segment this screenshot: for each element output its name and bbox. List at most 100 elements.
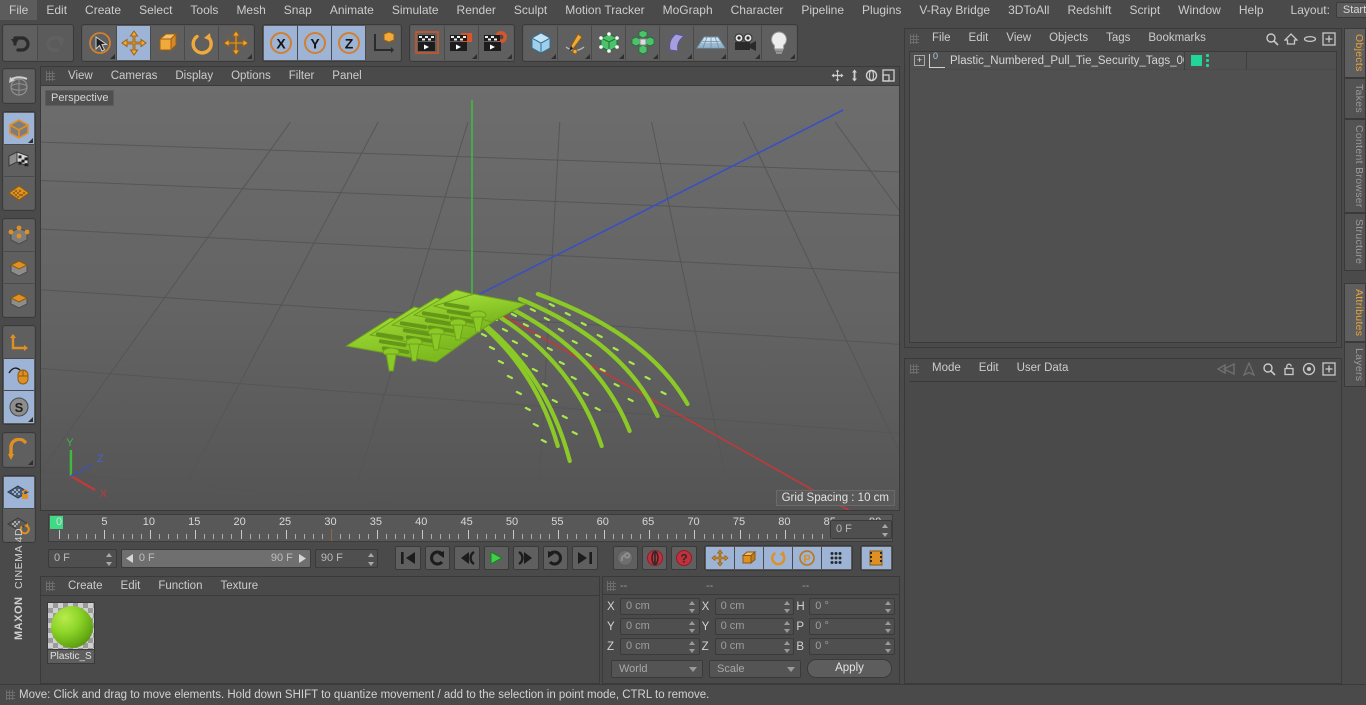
spinner-icon[interactable]: [881, 524, 888, 537]
menu-simulate[interactable]: Simulate: [383, 0, 448, 20]
points-mode-button[interactable]: [4, 220, 34, 252]
spinner-icon[interactable]: [106, 552, 113, 566]
object-tree[interactable]: + 0 Plastic_Numbered_Pull_Tie_Security_T…: [909, 51, 1337, 343]
viewport-solo-button[interactable]: [4, 359, 34, 391]
play-loop-button[interactable]: [542, 546, 569, 570]
drag-grip-icon[interactable]: [910, 33, 919, 44]
rot-p-field[interactable]: 0 °: [809, 618, 895, 635]
workplane-mode-button[interactable]: [4, 177, 34, 209]
world-object-coord-toggle[interactable]: [366, 26, 400, 60]
redo-button[interactable]: [38, 26, 72, 60]
range-left-arrow-icon[interactable]: [125, 553, 135, 563]
timeline-range-slider[interactable]: 0 F 90 F: [120, 548, 311, 568]
drag-grip-icon[interactable]: [6, 690, 15, 700]
ellipse-icon[interactable]: [1303, 32, 1317, 46]
viewport-menu-display[interactable]: Display: [166, 67, 222, 86]
spinner-icon[interactable]: [367, 552, 374, 566]
rot-h-field[interactable]: 0 °: [809, 598, 895, 615]
render-to-picture-viewer-button[interactable]: [445, 26, 479, 60]
render-settings-button[interactable]: [479, 26, 513, 60]
max-frame-field[interactable]: 90 F: [314, 548, 379, 568]
scale-key-button[interactable]: [734, 547, 764, 569]
attributes-menu-user-data[interactable]: User Data: [1008, 359, 1078, 378]
step-back-button[interactable]: [454, 546, 480, 570]
rot-b-field[interactable]: 0 °: [809, 638, 895, 655]
vtab-attributes[interactable]: Attributes: [1344, 282, 1366, 343]
x-axis-lock[interactable]: X: [264, 26, 298, 60]
size-x-field[interactable]: 0 cm: [714, 598, 795, 615]
parameter-key-button[interactable]: P: [792, 547, 822, 569]
add-deformer-button[interactable]: [660, 26, 694, 60]
spinner-icon[interactable]: [689, 601, 696, 613]
spinner-icon[interactable]: [783, 601, 790, 613]
spinner-icon[interactable]: [783, 641, 790, 653]
size-z-field[interactable]: 0 cm: [714, 638, 795, 655]
magnet-tool-button[interactable]: [4, 434, 34, 466]
object-axis-mode-button[interactable]: [4, 327, 34, 359]
object-menu-bookmarks[interactable]: Bookmarks: [1139, 29, 1215, 48]
perspective-viewport[interactable]: View Cameras Display Options Filter Panel: [40, 66, 900, 511]
keyframe-selection-button[interactable]: ?: [671, 546, 697, 570]
menu-render[interactable]: Render: [448, 0, 505, 20]
object-menu-edit[interactable]: Edit: [960, 29, 998, 48]
menu-character[interactable]: Character: [722, 0, 793, 20]
viewport-menu-view[interactable]: View: [59, 67, 102, 86]
object-menu-file[interactable]: File: [923, 29, 960, 48]
layout-dropdown[interactable]: Startup: [1335, 2, 1366, 18]
material-menu-texture[interactable]: Texture: [211, 577, 267, 596]
viewport-rotate-icon[interactable]: [865, 69, 878, 82]
viewport-menu-panel[interactable]: Panel: [323, 67, 370, 86]
search-icon[interactable]: [1265, 32, 1279, 46]
menu-select[interactable]: Select: [130, 0, 181, 20]
texture-mode-button[interactable]: [4, 145, 34, 177]
spinner-icon[interactable]: [783, 621, 790, 633]
drag-grip-icon[interactable]: [910, 363, 919, 374]
lock-icon[interactable]: [1282, 362, 1296, 376]
timeline-playhead[interactable]: [331, 529, 333, 541]
dynamic-place-tool[interactable]: [219, 26, 253, 60]
viewport-3d-canvas[interactable]: Y X Z: [41, 86, 899, 511]
live-selection-tool[interactable]: [83, 26, 117, 60]
play-button[interactable]: [483, 546, 510, 570]
viewport-maximize-icon[interactable]: [882, 69, 895, 82]
add-camera-button[interactable]: [728, 26, 762, 60]
material-tag-icon[interactable]: [1191, 55, 1202, 66]
timeline-filter-button[interactable]: [861, 547, 891, 569]
menu-mesh[interactable]: Mesh: [227, 0, 274, 20]
add-mograph-button[interactable]: [626, 26, 660, 60]
menu-edit[interactable]: Edit: [37, 0, 76, 20]
search-icon[interactable]: [1262, 362, 1276, 376]
menu-mograph[interactable]: MoGraph: [654, 0, 722, 20]
play-reverse-loop-button[interactable]: [424, 546, 451, 570]
lock-workplane-button[interactable]: [4, 477, 34, 509]
undo-button[interactable]: [4, 26, 38, 60]
timeline-ruler[interactable]: 051015202530354045505560657075808590: [48, 514, 893, 542]
drag-grip-icon[interactable]: [46, 71, 55, 81]
drag-grip-icon[interactable]: [607, 580, 616, 591]
history-forward-icon[interactable]: [1242, 361, 1256, 376]
spinner-icon[interactable]: [689, 621, 696, 633]
menu-animate[interactable]: Animate: [321, 0, 383, 20]
material-menu-create[interactable]: Create: [59, 577, 112, 596]
material-item[interactable]: Plastic_S: [47, 602, 95, 664]
step-forward-button[interactable]: [513, 546, 539, 570]
menu-help[interactable]: Help: [1230, 0, 1273, 20]
menu-motion-tracker[interactable]: Motion Tracker: [556, 0, 653, 20]
timeline-frame-field-right[interactable]: 0 F: [830, 520, 892, 539]
object-tags[interactable]: [1184, 51, 1246, 70]
render-view-button[interactable]: [411, 26, 445, 60]
spinner-icon[interactable]: [884, 601, 891, 613]
move-tool[interactable]: [117, 26, 151, 60]
object-menu-objects[interactable]: Objects: [1040, 29, 1097, 48]
add-spline-button[interactable]: [558, 26, 592, 60]
menu-plugins[interactable]: Plugins: [853, 0, 910, 20]
menu-pipeline[interactable]: Pipeline: [792, 0, 853, 20]
model-mode-button[interactable]: [4, 113, 34, 145]
pos-y-field[interactable]: 0 cm: [619, 618, 700, 635]
material-menu-edit[interactable]: Edit: [112, 577, 150, 596]
apply-button[interactable]: Apply: [807, 659, 892, 678]
menu-v-ray-bridge[interactable]: V-Ray Bridge: [910, 0, 999, 20]
spinner-icon[interactable]: [884, 621, 891, 633]
vtab-content-browser[interactable]: Content Browser: [1344, 118, 1366, 214]
material-thumbnail[interactable]: [47, 602, 95, 650]
